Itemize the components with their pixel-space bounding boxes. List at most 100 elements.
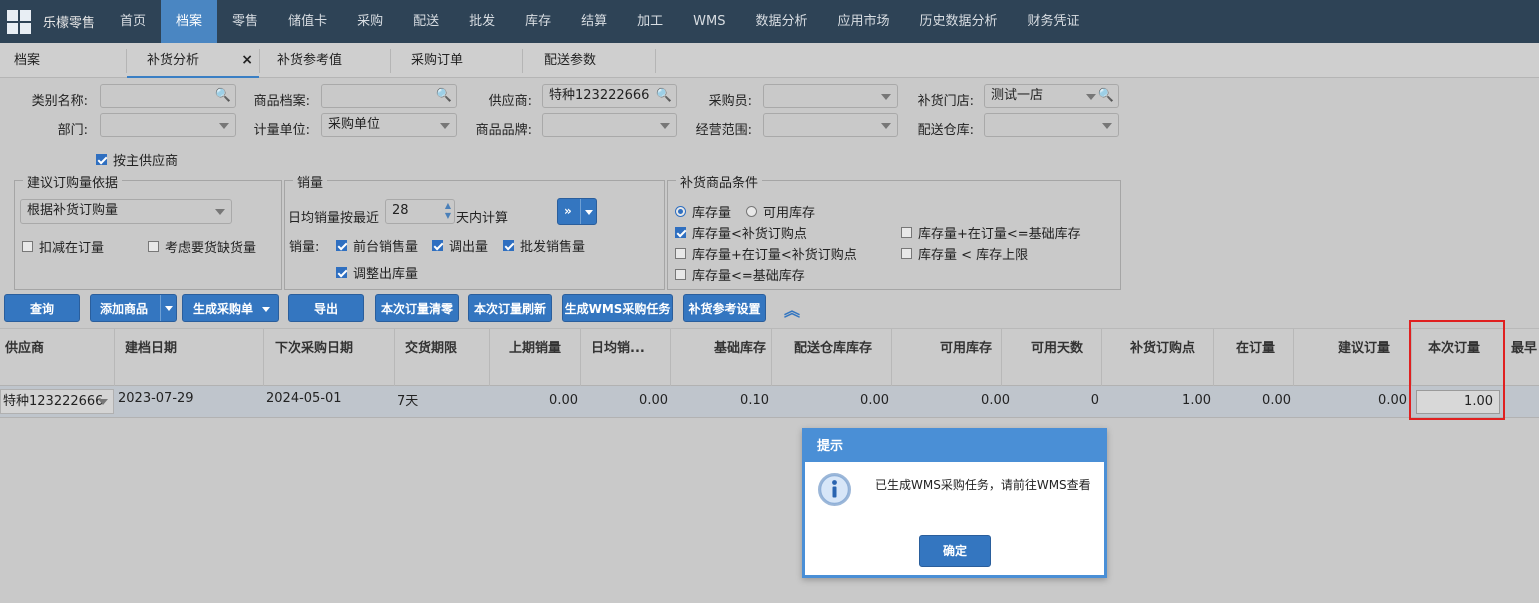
- collapse-icon[interactable]: ︽: [784, 297, 800, 321]
- days-spinner[interactable]: 28 ▲ ▼: [385, 199, 455, 224]
- generate-po-button[interactable]: 生成采购单: [182, 294, 279, 322]
- main-supplier-checkbox[interactable]: 按主供应商: [96, 150, 178, 169]
- spinner-arrows-icon[interactable]: ▲ ▼: [445, 201, 451, 221]
- add-product-button[interactable]: 添加商品: [90, 294, 177, 322]
- adjust-out-label: 调整出库量: [353, 267, 419, 282]
- nav-item-finance-voucher[interactable]: 财务凭证: [1013, 0, 1095, 43]
- close-icon[interactable]: ×: [241, 43, 253, 78]
- wholesale-checkbox[interactable]: 批发销售量: [503, 236, 585, 255]
- tab-purchase-order[interactable]: 采购订单: [411, 43, 463, 78]
- col-last-period-sales[interactable]: 上期销量: [490, 329, 581, 386]
- search-icon[interactable]: 🔍: [215, 85, 231, 107]
- generate-wms-task-button[interactable]: 生成WMS采购任务: [562, 294, 673, 322]
- store-select[interactable]: 测试一店 🔍: [984, 84, 1119, 108]
- search-icon[interactable]: 🔍: [436, 85, 452, 107]
- col-created-date[interactable]: 建档日期: [115, 329, 264, 386]
- nav-item-distribution[interactable]: 配送: [398, 0, 454, 43]
- condition-1-checkbox[interactable]: 库存量<补货订购点: [675, 223, 807, 242]
- search-icon[interactable]: 🔍: [656, 85, 672, 107]
- export-button[interactable]: 导出: [288, 294, 364, 322]
- nav-item-home[interactable]: 首页: [105, 0, 161, 43]
- col-base-stock[interactable]: 基础库存: [671, 329, 772, 386]
- checkbox-checked-icon: [336, 240, 347, 251]
- col-on-order[interactable]: 在订量: [1214, 329, 1294, 386]
- query-button[interactable]: 查询: [4, 294, 80, 322]
- nav-item-data-analysis[interactable]: 数据分析: [741, 0, 823, 43]
- col-available-days[interactable]: 可用天数: [1002, 329, 1102, 386]
- deduct-on-order-label: 扣减在订量: [39, 241, 105, 256]
- warehouse-select[interactable]: [984, 113, 1119, 137]
- nav-item-archive[interactable]: 档案: [161, 0, 218, 43]
- available-stock-cell: 0.00: [981, 393, 1010, 408]
- more-options-button[interactable]: »: [557, 198, 597, 225]
- radio-stock[interactable]: 库存量: [675, 202, 731, 221]
- supplier-input[interactable]: 特种123222666 🔍: [542, 84, 677, 108]
- nav-item-retail[interactable]: 零售: [217, 0, 273, 43]
- tab-archive[interactable]: 档案: [14, 43, 40, 78]
- next-purchase-date-cell: 2024-05-01: [266, 391, 342, 406]
- deduct-on-order-checkbox[interactable]: 扣减在订量: [22, 237, 104, 256]
- transfer-out-label: 调出量: [449, 240, 489, 255]
- app-grid-icon[interactable]: [7, 9, 31, 34]
- available-days-cell: 0: [1090, 393, 1099, 408]
- condition-5-checkbox[interactable]: 库存量 < 库存上限: [901, 244, 1028, 263]
- category-input[interactable]: 🔍: [100, 84, 236, 108]
- replenish-ref-settings-button[interactable]: 补货参考设置: [683, 294, 766, 322]
- tab-replenish-analysis[interactable]: 补货分析 ×: [127, 43, 259, 78]
- generate-po-label: 生成采购单: [193, 302, 254, 316]
- highlight-box: [1409, 320, 1505, 420]
- table-row[interactable]: 特种123222666 2023-07-29 2024-05-01 7天 0.0…: [0, 386, 1539, 418]
- tab-distribution-params[interactable]: 配送参数: [544, 43, 596, 78]
- col-reorder-point[interactable]: 补货订购点: [1102, 329, 1214, 386]
- nav-item-purchase[interactable]: 采购: [342, 0, 398, 43]
- unit-value: 采购单位: [328, 117, 381, 132]
- dept-select[interactable]: [100, 113, 236, 137]
- col-supplier[interactable]: 供应商: [0, 329, 115, 386]
- col-available-stock[interactable]: 可用库存: [892, 329, 1002, 386]
- scope-select[interactable]: [763, 113, 898, 137]
- tab-replenish-reference[interactable]: 补货参考值: [277, 43, 342, 78]
- col-next-purchase-date[interactable]: 下次采购日期: [264, 329, 395, 386]
- daily-sales-suffix: 天内计算: [456, 211, 509, 226]
- front-sales-checkbox[interactable]: 前台销售量: [336, 236, 418, 255]
- brand-name: 乐檬零售: [43, 16, 96, 31]
- refresh-order-qty-button[interactable]: 本次订量刷新: [468, 294, 552, 322]
- chevron-down-icon[interactable]: [160, 295, 176, 321]
- search-icon[interactable]: 🔍: [1098, 85, 1114, 107]
- unit-select[interactable]: 采购单位: [321, 113, 457, 137]
- nav-item-settlement[interactable]: 结算: [566, 0, 622, 43]
- transfer-out-checkbox[interactable]: 调出量: [432, 236, 488, 255]
- clear-order-qty-button[interactable]: 本次订量清零: [375, 294, 459, 322]
- basis-select[interactable]: 根据补货订购量: [20, 199, 232, 224]
- supplier-value: 特种123222666: [549, 88, 650, 103]
- supplier-cell-select[interactable]: 特种123222666: [0, 389, 114, 414]
- chevron-down-icon: [440, 123, 450, 129]
- nav-item-processing[interactable]: 加工: [622, 0, 678, 43]
- radio-available[interactable]: 可用库存: [746, 202, 815, 221]
- nav-item-stored-value-card[interactable]: 储值卡: [273, 0, 342, 43]
- nav-item-wholesale[interactable]: 批发: [454, 0, 510, 43]
- col-warehouse-stock[interactable]: 配送仓库库存: [772, 329, 892, 386]
- nav-item-inventory[interactable]: 库存: [510, 0, 566, 43]
- warehouse-label: 配送仓库:: [917, 123, 974, 138]
- ok-button[interactable]: 确定: [919, 535, 991, 567]
- condition-2-checkbox[interactable]: 库存量+在订量<补货订购点: [675, 244, 857, 263]
- nav-item-wms[interactable]: WMS: [678, 0, 740, 43]
- checkbox-checked-icon: [336, 267, 347, 278]
- nav-item-history-analysis[interactable]: 历史数据分析: [905, 0, 1013, 43]
- col-daily-avg-sales[interactable]: 日均销...: [581, 329, 671, 386]
- product-input[interactable]: 🔍: [321, 84, 457, 108]
- checkbox-icon: [901, 248, 912, 259]
- nav-item-app-market[interactable]: 应用市场: [823, 0, 905, 43]
- consider-shortage-checkbox[interactable]: 考虑要货缺货量: [148, 237, 256, 256]
- col-earliest[interactable]: 最早: [1505, 329, 1539, 386]
- radio-available-label: 可用库存: [763, 206, 816, 221]
- condition-4-checkbox[interactable]: 库存量+在订量<=基础库存: [901, 223, 1081, 242]
- checkbox-icon: [22, 241, 33, 252]
- brand-select[interactable]: [542, 113, 677, 137]
- buyer-select[interactable]: [763, 84, 898, 108]
- col-delivery-term[interactable]: 交货期限: [395, 329, 490, 386]
- condition-3-checkbox[interactable]: 库存量<=基础库存: [675, 265, 805, 284]
- adjust-out-checkbox[interactable]: 调整出库量: [336, 263, 418, 282]
- col-suggested-qty[interactable]: 建议订量: [1294, 329, 1412, 386]
